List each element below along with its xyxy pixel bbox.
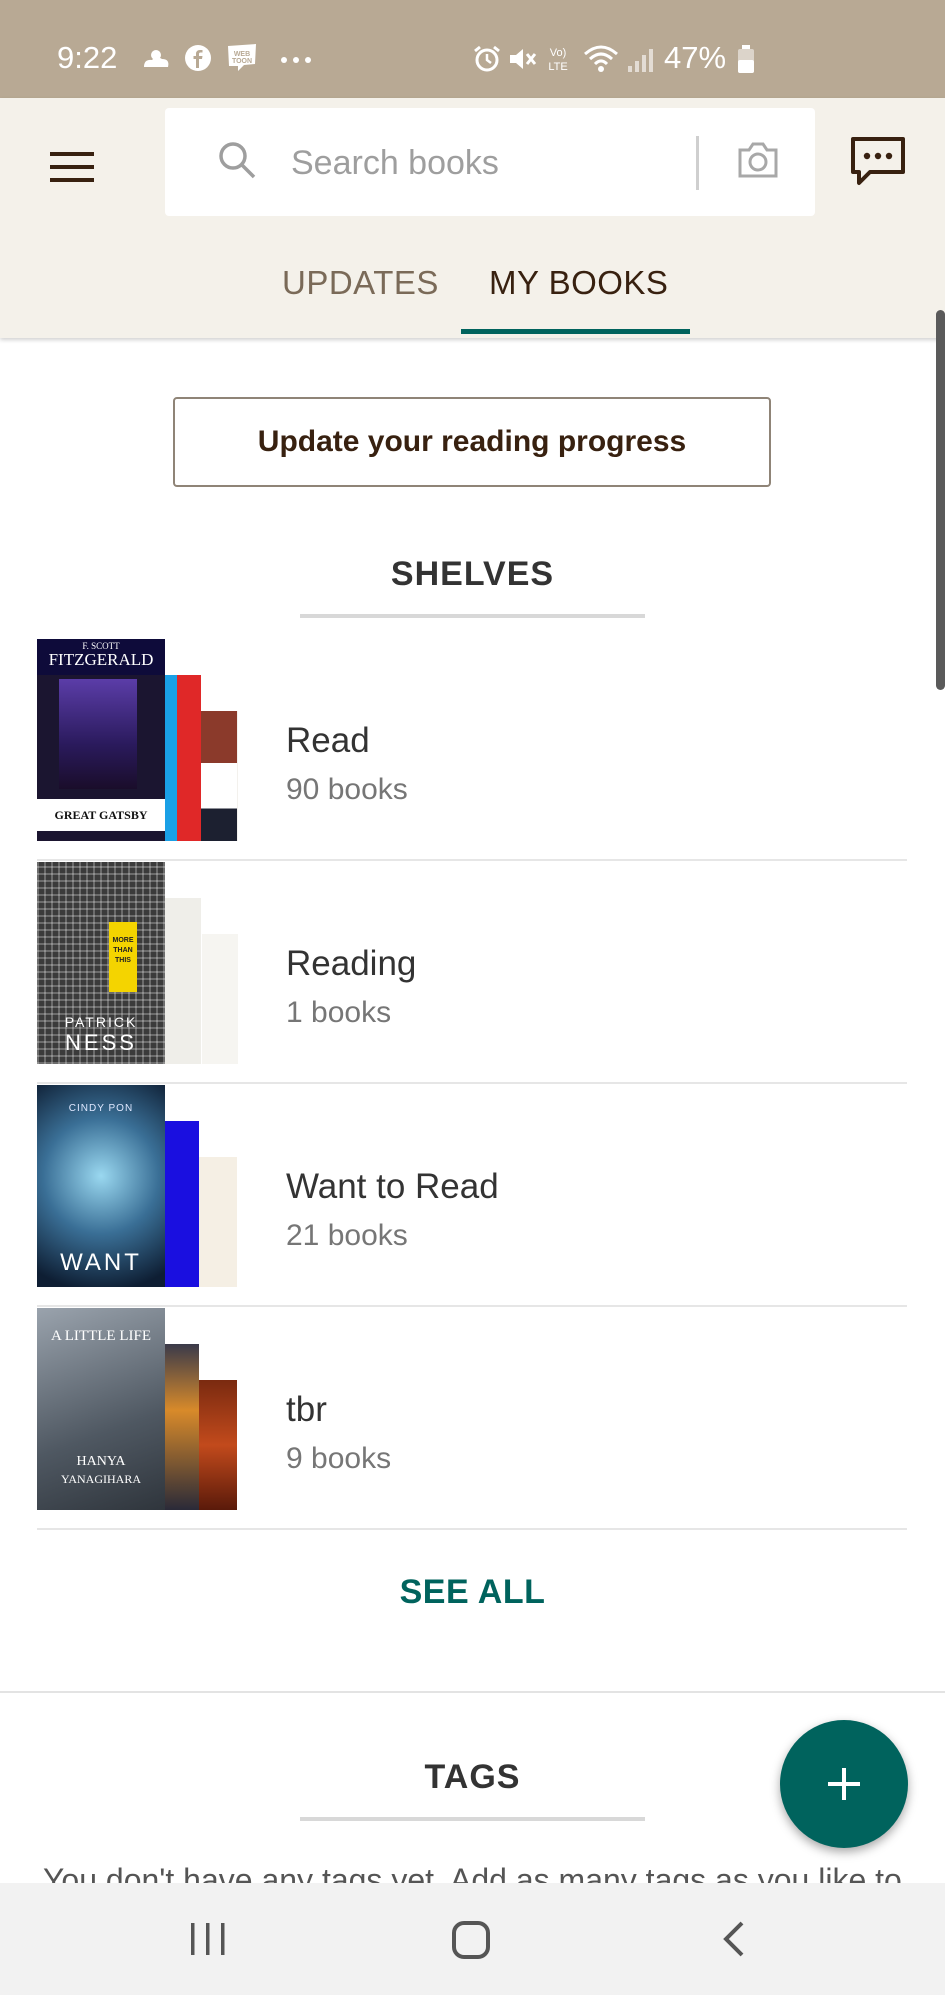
shelf-name: Read [286, 721, 370, 760]
svg-text:Vo): Vo) [550, 47, 567, 59]
mute-icon [510, 49, 537, 69]
shelf-covers: CINDY PON WANT [37, 1085, 242, 1289]
shelves-title: SHELVES [390, 555, 555, 593]
book-cover [161, 1121, 199, 1287]
shelf-count: 21 books [286, 1219, 408, 1252]
cover-title: GREAT GATSBY [37, 799, 165, 831]
volte-icon: Vo) LTE [548, 47, 567, 73]
section-divider [0, 1691, 945, 1693]
svg-text:WEB: WEB [234, 51, 250, 58]
book-cover-placeholder [165, 898, 201, 1064]
facebook-icon [185, 45, 211, 71]
shelf-row-read[interactable]: F. SCOTT FITZGERALD GREAT GATSBY Read 90… [37, 639, 907, 861]
shelf-count: 90 books [286, 773, 408, 806]
book-cover [161, 675, 201, 841]
book-cover [197, 711, 237, 841]
hamburger-menu-icon[interactable] [46, 141, 98, 193]
search-input[interactable]: Search books [291, 144, 499, 183]
shelf-row-reading[interactable]: MORE THAN THIS PATRICK NESS Reading 1 bo… [37, 862, 907, 1084]
scrollbar[interactable] [936, 310, 945, 690]
shelves-rule [300, 614, 645, 618]
battery-percent: 47% [664, 40, 727, 75]
book-cover-more-than-this: MORE THAN THIS PATRICK NESS [37, 862, 165, 1064]
status-bar: 9:22 WEB TOON Vo) LTE 47% [0, 0, 945, 98]
status-time: 9:22 [57, 40, 118, 75]
shelf-name: tbr [286, 1390, 327, 1429]
svg-text:LTE: LTE [548, 61, 567, 73]
plus-icon [828, 1768, 860, 1800]
tab-my-books[interactable]: MY BOOKS [489, 264, 668, 302]
system-nav-bar [0, 1883, 945, 1995]
add-fab-button[interactable] [780, 1720, 908, 1848]
book-cover-placeholder [202, 934, 238, 1064]
cover-title: A LITTLE LIFE [51, 1328, 151, 1344]
book-cover-a-little-life: A LITTLE LIFE HANYA YANAGIHARA [37, 1308, 165, 1510]
search-divider [696, 136, 699, 190]
cover-author-last: FITZGERALD [48, 650, 154, 669]
cover-author-last: YANAGIHARA [61, 1472, 141, 1486]
book-cover [161, 1344, 199, 1510]
message-icon[interactable] [848, 134, 908, 190]
home-icon[interactable] [450, 1919, 494, 1963]
active-tab-indicator [461, 329, 690, 334]
update-progress-button[interactable]: Update your reading progress [173, 397, 771, 487]
shelf-name: Reading [286, 944, 417, 983]
shelf-covers: A LITTLE LIFE HANYA YANAGIHARA [37, 1308, 242, 1512]
cover-title: WANT [60, 1249, 142, 1276]
shelf-covers: MORE THAN THIS PATRICK NESS [37, 862, 242, 1066]
webtoon-icon: WEB TOON [228, 44, 256, 71]
wifi-icon [584, 45, 618, 72]
see-all-button[interactable]: SEE ALL [0, 1573, 945, 1612]
more-dots-icon [281, 57, 311, 63]
cover-author-first: PATRICK [64, 1014, 138, 1030]
shelf-row-tbr[interactable]: A LITTLE LIFE HANYA YANAGIHARA tbr 9 boo… [37, 1308, 907, 1530]
book-cover-want: CINDY PON WANT [37, 1085, 165, 1287]
shelf-row-want-to-read[interactable]: CINDY PON WANT Want to Read 21 books [37, 1085, 907, 1307]
cover-title: MORE THAN THIS [109, 922, 137, 992]
shelf-count: 9 books [286, 1442, 392, 1475]
app-header: Search books UPDATES MY BOOKS [0, 98, 945, 338]
shelf-name: Want to Read [286, 1167, 499, 1206]
shelf-count: 1 books [286, 996, 392, 1029]
camera-icon[interactable] [736, 140, 780, 180]
book-cover [197, 1157, 237, 1287]
shelf-covers: F. SCOTT FITZGERALD GREAT GATSBY [37, 639, 242, 843]
cover-author: CINDY PON [68, 1103, 134, 1114]
tab-updates[interactable]: UPDATES [282, 264, 439, 302]
recent-apps-icon[interactable] [188, 1919, 228, 1959]
cover-author-first: HANYA [76, 1454, 126, 1469]
weather-icon [144, 50, 169, 67]
battery-icon [738, 45, 754, 73]
book-cover [197, 1380, 237, 1510]
signal-icon [628, 49, 653, 72]
search-icon [219, 142, 256, 179]
cover-author-last: NESS [65, 1030, 137, 1055]
search-bar[interactable]: Search books [165, 108, 815, 216]
book-cover-great-gatsby: F. SCOTT FITZGERALD GREAT GATSBY [37, 639, 165, 841]
back-icon[interactable] [720, 1919, 750, 1963]
svg-text:TOON: TOON [232, 58, 252, 65]
tags-rule [300, 1817, 645, 1821]
alarm-icon [474, 45, 500, 72]
